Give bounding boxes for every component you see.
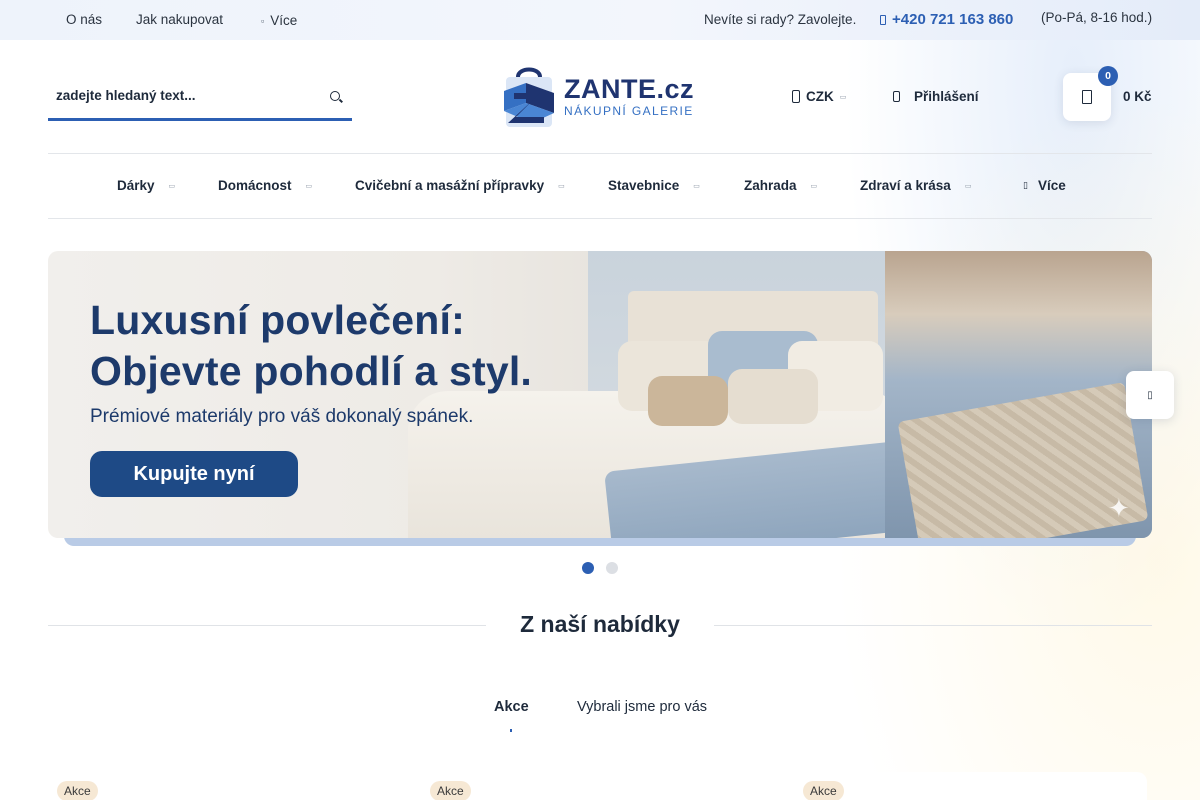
slider-pagination bbox=[582, 562, 618, 574]
hero-banner[interactable]: Luxusní povlečení: Objevte pohodlí a sty… bbox=[48, 251, 1152, 538]
chevron-down-icon: ▭ bbox=[168, 182, 176, 190]
nav-item-garden[interactable]: Zahrada ▭ bbox=[744, 178, 817, 193]
top-bar: O nás Jak nakupovat ▫ Více Nevíte si rad… bbox=[0, 0, 1200, 40]
chevron-down-icon: ▭ bbox=[693, 182, 700, 190]
product-card[interactable] bbox=[797, 772, 1147, 800]
nav-item-gifts[interactable]: Dárky ▭ bbox=[117, 178, 175, 193]
topbar-more-menu[interactable]: ▫ Více bbox=[261, 13, 297, 28]
support-hours: (Po-Pá, 8-16 hod.) bbox=[1041, 10, 1153, 25]
slider-dot-active[interactable] bbox=[582, 562, 594, 574]
banner-title: Luxusní povlečení: Objevte pohodlí a sty… bbox=[90, 295, 532, 397]
slider-dot[interactable] bbox=[606, 562, 618, 574]
nav-item-label: Zahrada bbox=[744, 178, 797, 193]
sale-badge: Akce bbox=[57, 781, 98, 800]
banner-subtitle: Prémiové materiály pro váš dokonalý spán… bbox=[90, 406, 474, 427]
currency-selector[interactable]: CZK ▭ bbox=[792, 89, 846, 104]
login-label: Přihlášení bbox=[914, 89, 979, 104]
slider-next-button[interactable]: ▯ bbox=[1126, 371, 1174, 419]
topbar-link-about[interactable]: O nás bbox=[66, 12, 102, 27]
user-icon bbox=[893, 91, 900, 102]
more-dots-icon: ▫ bbox=[261, 15, 265, 26]
topbar-more-label: Více bbox=[270, 13, 298, 28]
site-logo[interactable]: ZANTE.cz NÁKUPNÍ GALERIE bbox=[500, 62, 700, 130]
nav-item-label: Stavebnice bbox=[608, 178, 680, 193]
cart-total[interactable]: 0 Kč bbox=[1123, 89, 1152, 104]
search-input[interactable] bbox=[56, 88, 306, 103]
tab-picked-for-you[interactable]: Vybrali jsme pro vás bbox=[577, 699, 707, 715]
product-card[interactable] bbox=[423, 772, 773, 800]
nav-more-menu[interactable]: ▯ Více bbox=[1023, 178, 1066, 193]
nav-item-label: Cvičební a masážní přípravky bbox=[355, 178, 545, 193]
phone-icon bbox=[880, 14, 886, 25]
phone-number: +420 721 163 860 bbox=[892, 11, 1014, 28]
logo-name: ZANTE.cz bbox=[564, 73, 695, 104]
chevron-down-icon: ▭ bbox=[305, 182, 313, 190]
nav-item-health-beauty[interactable]: Zdraví a krása ▭ bbox=[860, 178, 971, 193]
menu-icon: ▯ bbox=[1023, 180, 1028, 190]
main-navigation: Dárky ▭ Domácnost ▭ Cvičební a masážní p… bbox=[48, 153, 1152, 219]
banner-image-pillow bbox=[648, 376, 728, 426]
phone-link[interactable]: +420 721 163 860 bbox=[880, 11, 1013, 28]
cart-icon bbox=[1082, 90, 1092, 104]
nav-more-label: Více bbox=[1037, 178, 1066, 193]
shopping-bag-logo-icon bbox=[500, 63, 558, 129]
nav-item-label: Dárky bbox=[117, 178, 155, 193]
banner-image-pillow bbox=[728, 369, 818, 424]
cart-count-badge: 0 bbox=[1098, 66, 1118, 86]
sale-badge: Akce bbox=[430, 781, 471, 800]
chevron-right-icon: ▯ bbox=[1147, 389, 1153, 401]
chevron-down-icon: ▭ bbox=[558, 182, 565, 190]
sale-badge: Akce bbox=[803, 781, 844, 800]
wallet-icon bbox=[792, 90, 800, 103]
banner-cta-button[interactable]: Kupujte nyní bbox=[90, 451, 298, 497]
login-link[interactable]: Přihlášení bbox=[893, 89, 979, 104]
section-title: Z naší nabídky bbox=[520, 611, 680, 637]
banner-title-line2: Objevte pohodlí a styl. bbox=[90, 348, 533, 394]
topbar-link-how-to-buy[interactable]: Jak nakupovat bbox=[136, 12, 223, 27]
nav-item-household[interactable]: Domácnost ▭ bbox=[218, 178, 312, 193]
currency-label: CZK bbox=[806, 89, 834, 104]
logo-tagline: NÁKUPNÍ GALERIE bbox=[564, 103, 694, 118]
banner-title-line1: Luxusní povlečení: bbox=[90, 297, 465, 343]
nav-item-building-kits[interactable]: Stavebnice ▭ bbox=[608, 178, 700, 193]
product-card[interactable] bbox=[48, 772, 398, 800]
search-icon[interactable] bbox=[330, 90, 340, 101]
hero-slider: Luxusní povlečení: Objevte pohodlí a sty… bbox=[48, 251, 1152, 546]
chevron-down-icon: ▭ bbox=[839, 93, 847, 101]
chevron-down-icon: ▭ bbox=[964, 182, 972, 190]
nav-item-label: Zdraví a krása bbox=[860, 178, 951, 193]
chevron-down-icon: ▭ bbox=[810, 182, 818, 190]
search-box bbox=[48, 73, 352, 121]
tab-sale[interactable]: Akce bbox=[494, 699, 529, 732]
nav-item-label: Domácnost bbox=[218, 178, 292, 193]
help-text: Nevíte si rady? Zavolejte. bbox=[704, 12, 857, 27]
nav-item-fitness-massage[interactable]: Cvičební a masážní přípravky ▭ bbox=[355, 178, 565, 193]
sparkle-icon: ✦ bbox=[1108, 493, 1130, 523]
